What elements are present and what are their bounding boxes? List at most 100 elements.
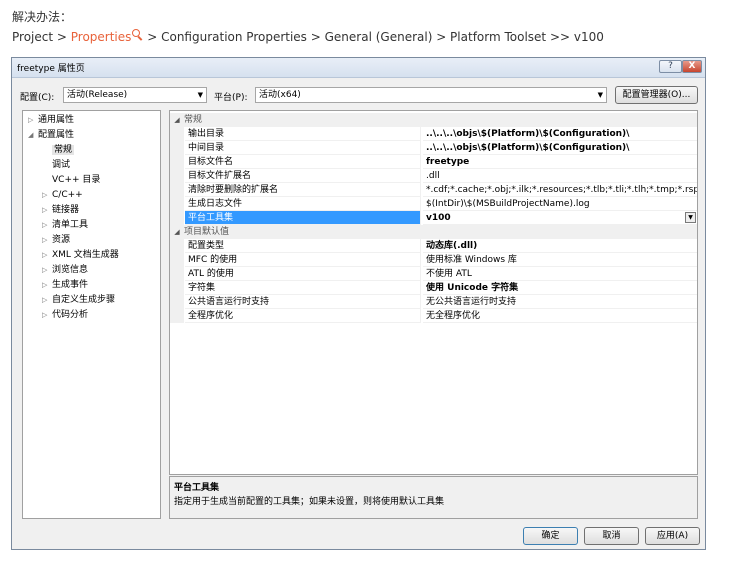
- search-icon[interactable]: [131, 29, 143, 41]
- property-row[interactable]: 输出目录 ..\..\..\objs\$(Platform)\$(Configur…: [170, 127, 697, 141]
- property-category[interactable]: ◢ 常规: [170, 113, 697, 127]
- expanded-arrow-icon[interactable]: ◢: [28, 130, 38, 141]
- category-label: 项目默认值: [184, 227, 230, 237]
- property-row[interactable]: 平台工具集 v100 ▼: [170, 211, 697, 225]
- property-value[interactable]: freetype: [423, 155, 697, 169]
- property-name: 平台工具集: [185, 211, 421, 225]
- category-tree[interactable]: ▷ 通用属性 ◢ 配置属性 常规 调试 VC++ 目录 ▷ C/C++ ▷ 链接器 ▷ 清单工具 ▷ 资源 ▷…: [22, 110, 161, 519]
- tree-item[interactable]: ▷ 生成事件: [42, 280, 88, 291]
- property-value-text: 使用标准 Windows 库: [426, 255, 517, 265]
- property-value[interactable]: 动态库(.dll): [423, 239, 697, 253]
- tree-item[interactable]: ▷ 自定义生成步骤: [42, 295, 115, 306]
- dialog-title: freetype 属性页: [17, 64, 85, 74]
- tree-item[interactable]: ▷ 链接器: [42, 205, 79, 216]
- row-gutter: [170, 141, 184, 155]
- description-text: 指定用于生成当前配置的工具集；如果未设置，则将使用默认工具集: [174, 497, 445, 507]
- config-select[interactable]: 活动(Release) ▼: [63, 87, 207, 103]
- collapsed-arrow-icon[interactable]: ▷: [28, 115, 38, 126]
- collapsed-arrow-icon[interactable]: ▷: [42, 295, 52, 306]
- property-name: 清除时要删除的扩展名: [185, 183, 421, 197]
- collapsed-arrow-icon[interactable]: ▷: [42, 235, 52, 246]
- dialog-titlebar[interactable]: freetype 属性页 ? X: [12, 58, 705, 78]
- row-gutter: [170, 183, 184, 197]
- property-name: MFC 的使用: [185, 253, 421, 267]
- property-row[interactable]: 全程序优化 无全程序优化: [170, 309, 697, 323]
- collapsed-arrow-icon[interactable]: ▷: [42, 310, 52, 321]
- help-button[interactable]: ?: [659, 60, 682, 73]
- property-row[interactable]: 清除时要删除的扩展名 *.cdf;*.cache;*.obj;*.ilk;*.re…: [170, 183, 697, 197]
- property-row[interactable]: ATL 的使用 不使用 ATL: [170, 267, 697, 281]
- property-value[interactable]: .dll: [423, 169, 697, 183]
- platform-label: 平台(P):: [214, 93, 248, 103]
- property-value[interactable]: 使用标准 Windows 库: [423, 253, 697, 267]
- path-project: Project: [12, 30, 54, 44]
- tree-item[interactable]: VC++ 目录: [42, 175, 100, 186]
- tree-item[interactable]: ▷ 清单工具: [42, 220, 88, 231]
- collapsed-arrow-icon[interactable]: ▷: [42, 265, 52, 276]
- property-value[interactable]: v100 ▼: [423, 211, 697, 225]
- tree-item[interactable]: 常规: [42, 145, 75, 156]
- property-value[interactable]: ..\..\..\objs\$(Platform)\$(Configuratio…: [423, 141, 697, 155]
- property-value[interactable]: 不使用 ATL: [423, 267, 697, 281]
- collapsed-arrow-icon[interactable]: ▷: [42, 220, 52, 231]
- property-row[interactable]: 目标文件名 freetype: [170, 155, 697, 169]
- property-name: 全程序优化: [185, 309, 421, 323]
- tree-item-label: 自定义生成步骤: [52, 295, 116, 305]
- property-name: 目标文件扩展名: [185, 169, 421, 183]
- platform-value: 活动(x64): [259, 90, 301, 100]
- tree-item[interactable]: ▷ 代码分析: [42, 310, 88, 321]
- property-value-text: freetype: [426, 157, 470, 167]
- property-value-text: 无全程序优化: [426, 311, 481, 321]
- property-row[interactable]: 公共语言运行时支持 无公共语言运行时支持: [170, 295, 697, 309]
- properties-link[interactable]: Properties: [71, 30, 132, 44]
- collapsed-arrow-icon[interactable]: ▷: [42, 205, 52, 216]
- tree-item[interactable]: ▷ 浏览信息: [42, 265, 88, 276]
- description-title: 平台工具集: [174, 483, 220, 493]
- cancel-button[interactable]: 取消: [584, 527, 639, 545]
- apply-button[interactable]: 应用(A): [645, 527, 700, 545]
- collapsed-arrow-icon[interactable]: ▷: [42, 280, 52, 291]
- config-label: 配置(C):: [20, 93, 55, 103]
- close-button[interactable]: X: [682, 60, 702, 73]
- property-value-text: $(IntDir)\$(MSBuildProjectName).log: [426, 199, 590, 209]
- platform-select[interactable]: 活动(x64) ▼: [255, 87, 607, 103]
- property-value[interactable]: ..\..\..\objs\$(Platform)\$(Configuratio…: [423, 127, 697, 141]
- tree-item[interactable]: ▷ C/C++: [42, 190, 83, 201]
- property-name: 字符集: [185, 281, 421, 295]
- property-value[interactable]: *.cdf;*.cache;*.obj;*.ilk;*.resources;*.…: [423, 183, 697, 197]
- property-row[interactable]: 字符集 使用 Unicode 字符集: [170, 281, 697, 295]
- description-pane: 平台工具集 指定用于生成当前配置的工具集；如果未设置，则将使用默认工具集: [169, 476, 698, 519]
- tree-item[interactable]: ◢ 配置属性: [28, 130, 74, 141]
- expanded-arrow-icon[interactable]: ◢: [170, 113, 184, 127]
- tree-item-label: VC++ 目录: [52, 175, 101, 185]
- property-pages-dialog: freetype 属性页 ? X 配置(C): 活动(Release) ▼ 平台…: [11, 57, 706, 550]
- ok-button[interactable]: 确定: [523, 527, 578, 545]
- property-value[interactable]: 无全程序优化: [423, 309, 697, 323]
- tree-item[interactable]: ▷ XML 文档生成器: [42, 250, 119, 261]
- tree-item[interactable]: ▷ 资源: [42, 235, 70, 246]
- collapsed-arrow-icon[interactable]: ▷: [42, 250, 52, 261]
- chevron-down-icon: ▼: [197, 91, 203, 99]
- collapsed-arrow-icon[interactable]: ▷: [42, 190, 52, 201]
- expanded-arrow-icon[interactable]: ◢: [170, 225, 184, 239]
- row-gutter: [170, 253, 184, 267]
- property-row[interactable]: 配置类型 动态库(.dll): [170, 239, 697, 253]
- path-rest: Configuration Properties > General (Gene…: [161, 30, 604, 44]
- property-row[interactable]: MFC 的使用 使用标准 Windows 库: [170, 253, 697, 267]
- property-grid[interactable]: ◢ 常规 输出目录 ..\..\..\objs\$(Platform)\$(Confi…: [169, 110, 698, 475]
- property-name: 中间目录: [185, 141, 421, 155]
- property-value-text: .dll: [426, 171, 440, 181]
- tree-item[interactable]: 调试: [42, 160, 70, 171]
- property-row[interactable]: 目标文件扩展名 .dll: [170, 169, 697, 183]
- chevron-down-icon[interactable]: ▼: [685, 212, 696, 223]
- property-row[interactable]: 生成日志文件 $(IntDir)\$(MSBuildProjectName).lo…: [170, 197, 697, 211]
- row-gutter: [170, 295, 184, 309]
- tree-item[interactable]: ▷ 通用属性: [28, 115, 74, 126]
- config-manager-button[interactable]: 配置管理器(O)...: [615, 86, 698, 104]
- property-value[interactable]: 无公共语言运行时支持: [423, 295, 697, 309]
- property-row[interactable]: 中间目录 ..\..\..\objs\$(Platform)\$(Configur…: [170, 141, 697, 155]
- path-separator: >: [143, 30, 162, 44]
- property-value[interactable]: $(IntDir)\$(MSBuildProjectName).log: [423, 197, 697, 211]
- property-value[interactable]: 使用 Unicode 字符集: [423, 281, 697, 295]
- property-category[interactable]: ◢ 项目默认值: [170, 225, 697, 239]
